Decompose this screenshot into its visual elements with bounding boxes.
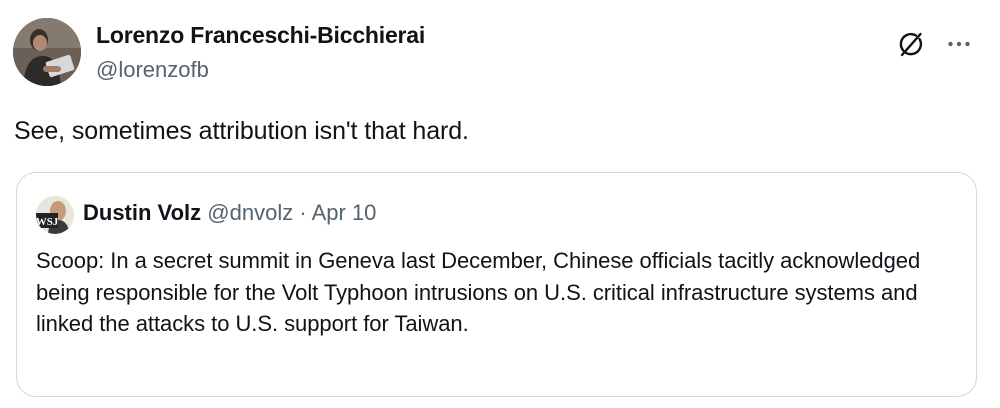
quoted-tweet-text: Scoop: In a secret summit in Geneva last… [36, 248, 921, 336]
author-display-name[interactable]: Lorenzo Franceschi-Bicchierai [96, 22, 425, 49]
quoted-tweet-card[interactable]: WSJ Dustin Volz @dnvolz · Apr 10 Scoop: … [16, 172, 977, 397]
more-options-icon[interactable] [944, 29, 974, 59]
author-avatar[interactable] [13, 18, 81, 86]
tweet-text: See, sometimes attribution isn't that ha… [14, 117, 469, 145]
quoted-tweet-header: Dustin Volz @dnvolz · Apr 10 [83, 200, 376, 226]
quoted-author-handle[interactable]: @dnvolz [207, 200, 293, 225]
quoted-tweet-date[interactable]: Apr 10 [312, 200, 377, 225]
header-separator: · [299, 200, 307, 225]
quoted-author-avatar[interactable]: WSJ [36, 196, 74, 234]
author-handle[interactable]: @lorenzofb [96, 57, 209, 83]
tweet: Lorenzo Franceschi-Bicchierai @lorenzofb… [0, 0, 1000, 408]
wsj-logo-text: WSJ [36, 216, 59, 228]
grok-icon[interactable] [896, 29, 926, 59]
quoted-author-display-name[interactable]: Dustin Volz [83, 200, 201, 225]
